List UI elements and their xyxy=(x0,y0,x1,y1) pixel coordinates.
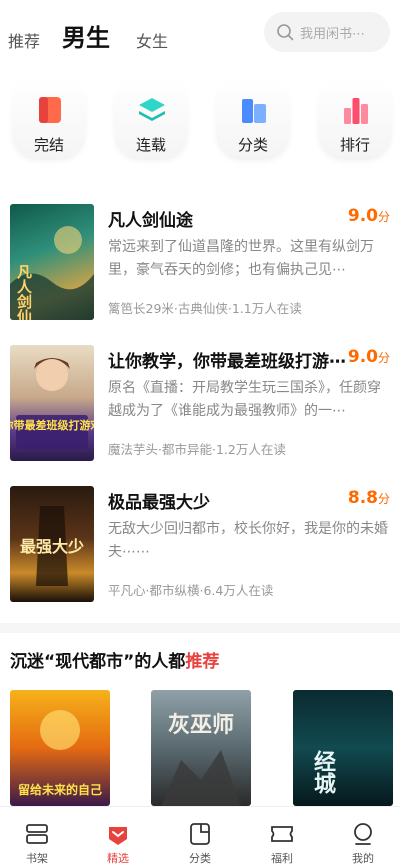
nav-welfare[interactable]: 福利 xyxy=(247,807,317,864)
category-serial[interactable]: 连载 xyxy=(114,78,188,160)
nav-featured-label: 精选 xyxy=(107,852,129,864)
category-serial-label: 连载 xyxy=(135,136,166,154)
book-description: 无敌大少回归都市，校长你好，我是你的未婚夫⋯⋯ xyxy=(108,521,388,560)
book-title: 凡人剑仙途 xyxy=(108,211,193,231)
recommend-cover-art: 经城 xyxy=(310,749,336,795)
featured-icon xyxy=(109,827,127,845)
recommend-cover-title: 留给未来的自己 xyxy=(18,782,102,797)
book-score: 9.0分 xyxy=(347,347,390,367)
book-cover: 最强大少 xyxy=(10,486,94,602)
book-title: 让你教学，你带最差班级打游⋯ xyxy=(108,352,346,372)
ranking-icon xyxy=(344,98,368,124)
book-cover-title: 你带最差班级打游戏 xyxy=(10,418,94,432)
nav-category[interactable]: 分类 xyxy=(165,807,235,864)
top-bar: 推荐 男生 女生 我用闲书⋯ xyxy=(0,0,400,70)
book-meta: 篱笆长29米·古典仙侠·1.1万人在读 xyxy=(108,301,302,316)
recommend-cover-title: 经城 xyxy=(310,749,336,795)
category-ranking[interactable]: 排行 xyxy=(318,78,392,160)
nav-profile[interactable]: 我的 xyxy=(328,807,398,864)
search-placeholder: 我用闲书⋯ xyxy=(300,26,366,42)
nav-bookshelf-label: 书架 xyxy=(26,852,48,864)
tab-male[interactable]: 男生 xyxy=(62,18,110,53)
book-cover-art: 凡人剑仙途 xyxy=(10,226,94,320)
book-cover: 凡人剑仙途 xyxy=(10,204,94,320)
category-classify-label: 分类 xyxy=(237,136,268,154)
book-item[interactable]: 你带最差班级打游戏 让你教学，你带最差班级打游⋯ 9.0分 原名《直播：开局教学… xyxy=(0,345,400,465)
book-icon xyxy=(39,97,61,123)
book-meta: 平凡心·都市纵横·6.4万人在读 xyxy=(108,583,274,598)
recommend-book-cover[interactable]: 留给未来的自己 xyxy=(10,690,110,806)
book-item[interactable]: 凡人剑仙途 凡人剑仙途 9.0分 常远来到了仙道昌隆的世界。这里有纵剑万里，豪气… xyxy=(0,204,400,324)
category-icon xyxy=(242,99,266,123)
nav-bookshelf[interactable]: 书架 xyxy=(2,807,72,864)
book-cover-title: 凡人剑仙途 xyxy=(15,264,33,320)
tab-female[interactable]: 女生 xyxy=(136,28,168,52)
section-title: 沉迷“现代都市”的人都推荐 xyxy=(10,652,220,672)
section-divider xyxy=(0,623,400,633)
recommend-cover-art: 灰巫师 xyxy=(161,712,241,806)
search-icon xyxy=(277,24,294,41)
layers-icon xyxy=(139,98,165,121)
book-cover-art: 最强大少 xyxy=(20,506,84,586)
category-icon xyxy=(190,823,210,845)
recommend-cover-title: 灰巫师 xyxy=(168,712,234,738)
nav-profile-label: 我的 xyxy=(352,852,374,864)
profile-icon xyxy=(354,823,372,845)
book-meta: 魔法芋头·都市异能·1.2万人在读 xyxy=(108,442,286,457)
recommend-book-cover[interactable]: 灰巫师 xyxy=(151,690,251,806)
book-cover-art: 你带最差班级打游戏 xyxy=(10,358,94,449)
category-finished-label: 完结 xyxy=(33,136,64,154)
bottom-nav: 书架 精选 分类 福利 我的 xyxy=(0,806,400,864)
nav-welfare-label: 福利 xyxy=(271,852,293,864)
book-cover: 你带最差班级打游戏 xyxy=(10,345,94,461)
category-tiles: 完结 连载 分类 排行 xyxy=(0,78,400,164)
category-ranking-label: 排行 xyxy=(339,136,370,154)
book-cover-title: 最强大少 xyxy=(20,537,84,556)
book-description: 常远来到了仙道昌隆的世界。这里有纵剑万里，豪气吞天的剑修；也有偏执己见⋯ xyxy=(108,239,374,278)
nav-category-label: 分类 xyxy=(189,852,211,864)
book-score: 8.8分 xyxy=(347,488,390,508)
book-score: 9.0分 xyxy=(347,206,390,226)
search-bar[interactable]: 我用闲书⋯ xyxy=(264,12,390,52)
recommend-cover-art: 留给未来的自己 xyxy=(18,710,102,797)
ticket-icon xyxy=(271,826,293,842)
nav-featured[interactable]: 精选 xyxy=(83,807,153,864)
category-finished[interactable]: 完结 xyxy=(12,78,86,160)
book-description: 原名《直播：开局教学生玩三国杀》，任颜穿越成为了《谁能成为最强教师》的一⋯ xyxy=(108,380,381,419)
recommend-book-cover[interactable]: 经城 xyxy=(293,690,393,806)
book-title: 极品最强大少 xyxy=(108,493,210,513)
tab-recommend[interactable]: 推荐 xyxy=(8,28,40,52)
category-classify[interactable]: 分类 xyxy=(216,78,290,160)
book-item[interactable]: 最强大少 极品最强大少 8.8分 无敌大少回归都市，校长你好，我是你的未婚夫⋯⋯… xyxy=(0,486,400,606)
bookshelf-icon xyxy=(26,824,48,844)
